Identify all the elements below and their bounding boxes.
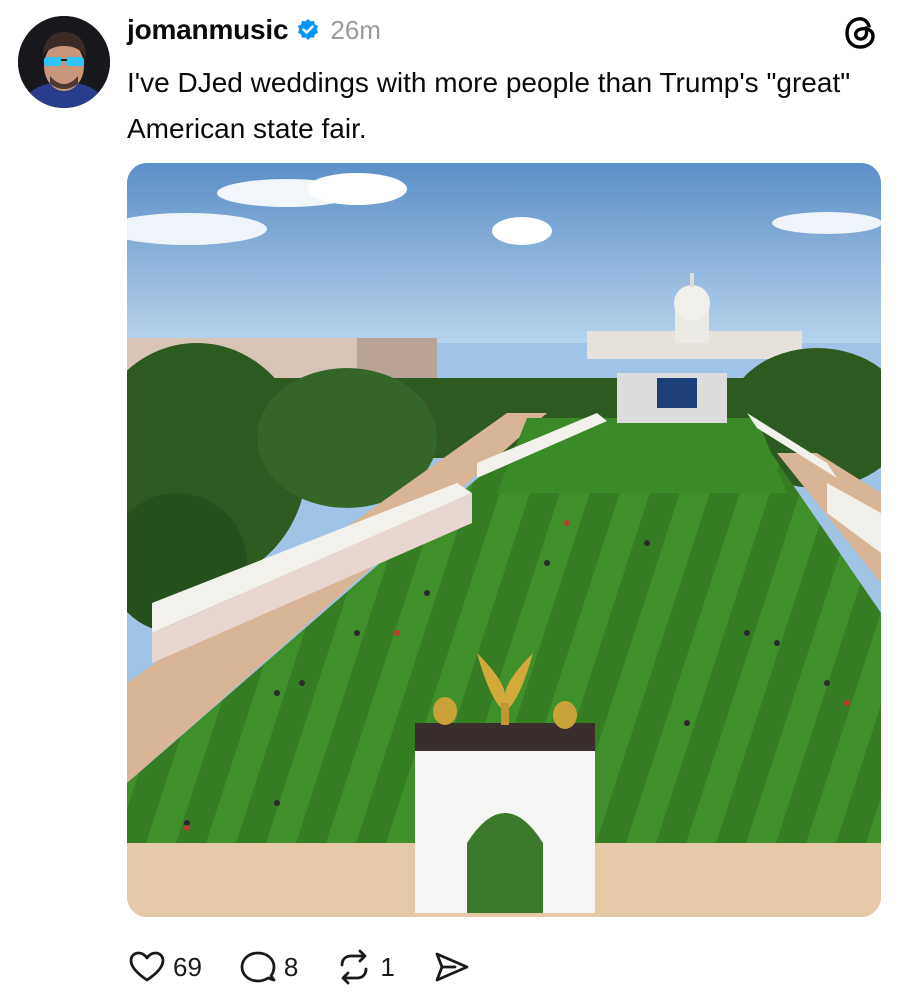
repost-button[interactable]: 1 — [334, 947, 395, 987]
post-image[interactable] — [127, 163, 881, 917]
repost-count: 1 — [380, 951, 395, 982]
username[interactable]: jomanmusic — [127, 14, 289, 46]
send-icon — [435, 952, 469, 982]
threads-logo-icon[interactable] — [842, 14, 880, 52]
national-mall-photo — [127, 163, 881, 917]
post-text: I've DJed weddings with more people than… — [127, 67, 851, 144]
avatar[interactable] — [18, 16, 110, 108]
post-header: jomanmusic 26m — [127, 10, 381, 50]
reply-button[interactable]: 8 — [238, 947, 298, 987]
comment-icon — [240, 951, 276, 983]
verified-badge-icon — [296, 18, 320, 42]
action-bar: 69 8 1 — [127, 945, 507, 989]
like-button[interactable]: 69 — [127, 947, 202, 987]
repost-icon — [340, 949, 368, 985]
reply-count: 8 — [283, 951, 299, 982]
timestamp: 26m — [330, 14, 381, 45]
heart-icon — [129, 951, 165, 982]
threads-post: jomanmusic 26m I've DJed weddings with m… — [0, 0, 907, 1000]
avatar-image — [18, 16, 110, 108]
like-count: 69 — [173, 951, 202, 982]
share-button[interactable] — [431, 947, 471, 987]
